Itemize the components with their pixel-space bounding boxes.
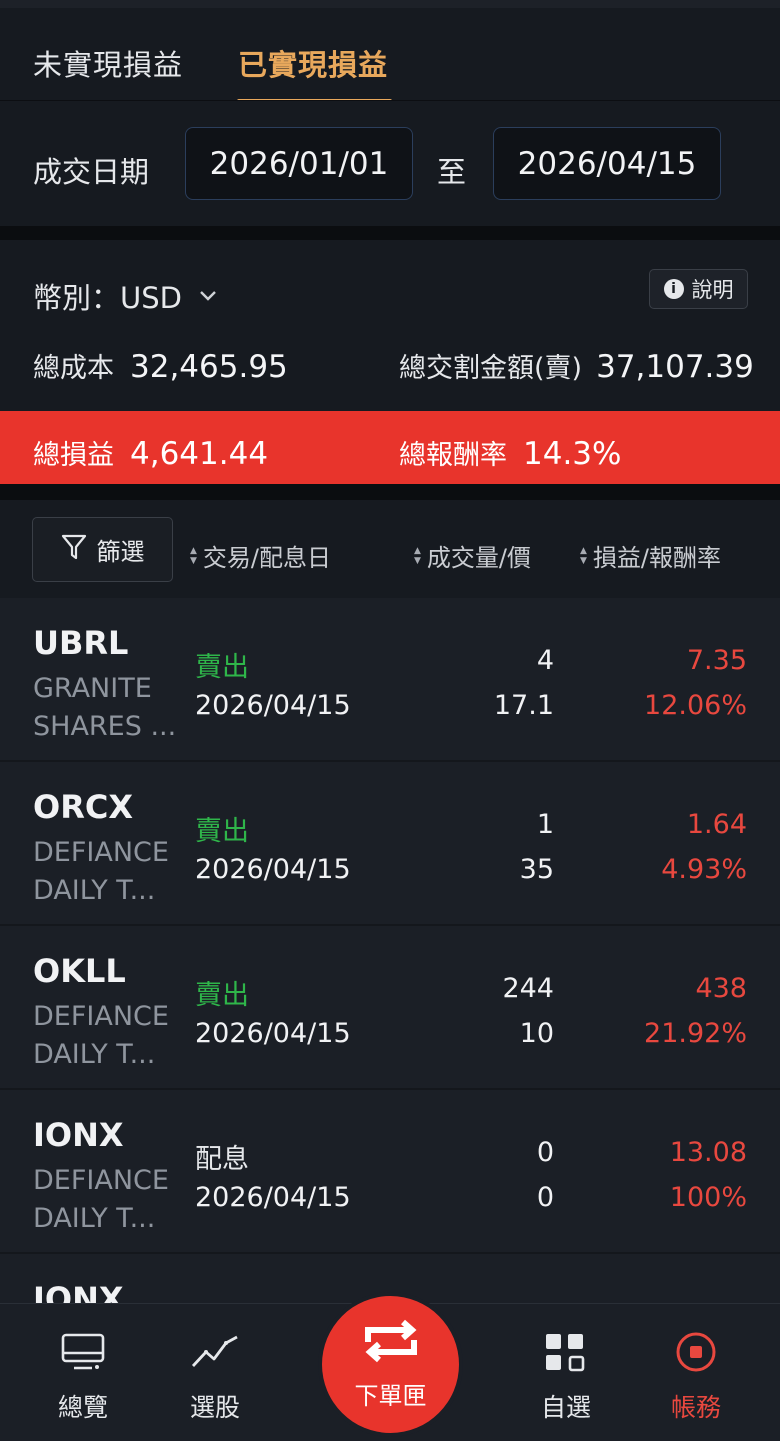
sort-icon: ▲ ▼ bbox=[414, 545, 421, 566]
profit-loss: 13.08 bbox=[669, 1137, 747, 1168]
trade-date: 2026/04/15 bbox=[195, 690, 351, 721]
trade-date: 2026/04/15 bbox=[195, 854, 351, 885]
trade-type: 賣出 bbox=[195, 652, 249, 683]
order-box-label: 下單匣 bbox=[354, 1382, 427, 1410]
col-qty-label: 成交量/價 bbox=[426, 544, 532, 572]
nav-label: 總覽 bbox=[57, 1393, 108, 1422]
table-row[interactable]: UBRL GRANITE SHARES ... 賣出 2026/04/15 4 … bbox=[0, 598, 780, 762]
total-return: 總報酬率 14.3% bbox=[399, 433, 621, 472]
price: 17.1 bbox=[493, 690, 554, 721]
help-button[interactable]: i 說明 bbox=[649, 269, 748, 309]
security-name: SHARES ... bbox=[33, 711, 177, 742]
table-row[interactable]: IONX DEFIANCE DAILY T... 配息 2026/04/15 0… bbox=[0, 1090, 780, 1254]
filter-label: 篩選 bbox=[96, 538, 145, 566]
currency-label: 幣別：USD bbox=[33, 281, 182, 315]
col-pl-label: 損益/報酬率 bbox=[592, 544, 722, 572]
total-pl-label: 總損益 bbox=[33, 440, 114, 471]
trade-type: 配息 bbox=[195, 1144, 249, 1175]
record-icon bbox=[674, 1330, 718, 1374]
bottom-nav: 總覽 選股 下單匣 自選 帳務 bbox=[0, 1296, 780, 1441]
total-pl-bar: 總損益 4,641.44 總報酬率 14.3% bbox=[0, 411, 780, 484]
divider bbox=[0, 484, 780, 500]
nav-label: 選股 bbox=[189, 1393, 240, 1422]
transaction-list: UBRL GRANITE SHARES ... 賣出 2026/04/15 4 … bbox=[0, 598, 780, 1318]
filter-icon bbox=[61, 533, 87, 567]
security-name: DEFIANCE bbox=[33, 837, 169, 868]
return-rate: 4.93% bbox=[661, 854, 747, 885]
monitor-icon bbox=[60, 1330, 106, 1374]
divider bbox=[0, 226, 780, 240]
total-cost-label: 總成本 bbox=[33, 353, 114, 384]
nav-overview[interactable]: 總覽 bbox=[28, 1304, 138, 1441]
currency-selector[interactable]: 幣別：USD bbox=[33, 275, 218, 317]
quantity: 1 bbox=[536, 809, 554, 840]
total-return-value: 14.3% bbox=[523, 436, 622, 472]
sort-by-pl[interactable]: ▲ ▼ 損益/報酬率 bbox=[580, 538, 721, 573]
total-cost-value: 32,465.95 bbox=[130, 349, 288, 385]
profit-loss: 7.35 bbox=[686, 645, 747, 676]
total-cost: 總成本 32,465.95 bbox=[33, 346, 288, 385]
date-separator: 至 bbox=[437, 155, 467, 189]
end-date-field[interactable]: 2026/04/15 bbox=[493, 127, 721, 200]
trend-line-icon bbox=[190, 1330, 240, 1374]
total-return-label: 總報酬率 bbox=[399, 440, 507, 471]
list-header: 篩選 ▲ ▼ 交易/配息日 ▲ ▼ 成交量/價 ▲ ▼ 損益/報酬率 bbox=[0, 500, 780, 598]
return-rate: 21.92% bbox=[644, 1018, 747, 1049]
price: 10 bbox=[519, 1018, 554, 1049]
help-label: 說明 bbox=[691, 278, 734, 302]
security-name: GRANITE bbox=[33, 673, 152, 704]
price: 35 bbox=[519, 854, 554, 885]
filter-button[interactable]: 篩選 bbox=[32, 517, 173, 582]
table-row[interactable]: ORCX DEFIANCE DAILY T... 賣出 2026/04/15 1… bbox=[0, 762, 780, 926]
trade-type: 賣出 bbox=[195, 816, 249, 847]
security-name: DAILY T... bbox=[33, 1203, 156, 1234]
date-filter: 成交日期 2026/01/01 至 2026/04/15 bbox=[0, 100, 780, 226]
tab-bar: 未實現損益 已實現損益 bbox=[0, 0, 780, 105]
quantity: 4 bbox=[536, 645, 554, 676]
total-sell-value: 37,107.39 bbox=[596, 349, 754, 385]
symbol: ORCX bbox=[33, 788, 133, 826]
symbol: UBRL bbox=[33, 624, 129, 662]
return-rate: 100% bbox=[669, 1182, 747, 1213]
profit-loss: 438 bbox=[695, 973, 747, 1004]
start-date-field[interactable]: 2026/01/01 bbox=[185, 127, 413, 200]
nav-label: 自選 bbox=[540, 1393, 591, 1422]
nav-stock-pick[interactable]: 選股 bbox=[160, 1304, 270, 1441]
security-name: DEFIANCE bbox=[33, 1001, 169, 1032]
quantity: 244 bbox=[502, 973, 554, 1004]
security-name: DAILY T... bbox=[33, 875, 156, 906]
trade-type: 賣出 bbox=[195, 980, 249, 1011]
sort-icon: ▲ ▼ bbox=[580, 545, 587, 566]
total-sell-label: 總交割金額(賣) bbox=[399, 353, 583, 384]
sort-by-date[interactable]: ▲ ▼ 交易/配息日 bbox=[190, 538, 331, 573]
tab-realized[interactable]: 已實現損益 bbox=[238, 42, 388, 84]
symbol: OKLL bbox=[33, 952, 126, 990]
trade-date: 2026/04/15 bbox=[195, 1018, 351, 1049]
symbol: IONX bbox=[33, 1116, 124, 1154]
security-name: DAILY T... bbox=[33, 1039, 156, 1070]
col-date-label: 交易/配息日 bbox=[202, 544, 332, 572]
total-pl-value: 4,641.44 bbox=[130, 436, 269, 472]
nav-account[interactable]: 帳務 bbox=[641, 1304, 751, 1441]
total-sell-amount: 總交割金額(賣) 37,107.39 bbox=[399, 346, 754, 385]
sort-by-qty[interactable]: ▲ ▼ 成交量/價 bbox=[414, 538, 531, 573]
price: 0 bbox=[536, 1182, 554, 1213]
grid-icon bbox=[544, 1330, 588, 1374]
profit-loss: 1.64 bbox=[686, 809, 747, 840]
nav-label: 帳務 bbox=[670, 1393, 721, 1422]
return-rate: 12.06% bbox=[644, 690, 747, 721]
quantity: 0 bbox=[536, 1137, 554, 1168]
tab-unrealized[interactable]: 未實現損益 bbox=[33, 42, 183, 84]
sort-icon: ▲ ▼ bbox=[190, 545, 197, 566]
nav-watchlist[interactable]: 自選 bbox=[511, 1304, 621, 1441]
chevron-down-icon bbox=[198, 284, 218, 308]
total-pl: 總損益 4,641.44 bbox=[33, 433, 268, 472]
trade-date: 2026/04/15 bbox=[195, 1182, 351, 1213]
table-row[interactable]: OKLL DEFIANCE DAILY T... 賣出 2026/04/15 2… bbox=[0, 926, 780, 1090]
order-box-button[interactable]: 下單匣 bbox=[322, 1296, 459, 1433]
repeat-arrows-icon bbox=[360, 1318, 422, 1368]
date-label: 成交日期 bbox=[33, 155, 150, 189]
info-icon: i bbox=[663, 279, 684, 299]
security-name: DEFIANCE bbox=[33, 1165, 169, 1196]
